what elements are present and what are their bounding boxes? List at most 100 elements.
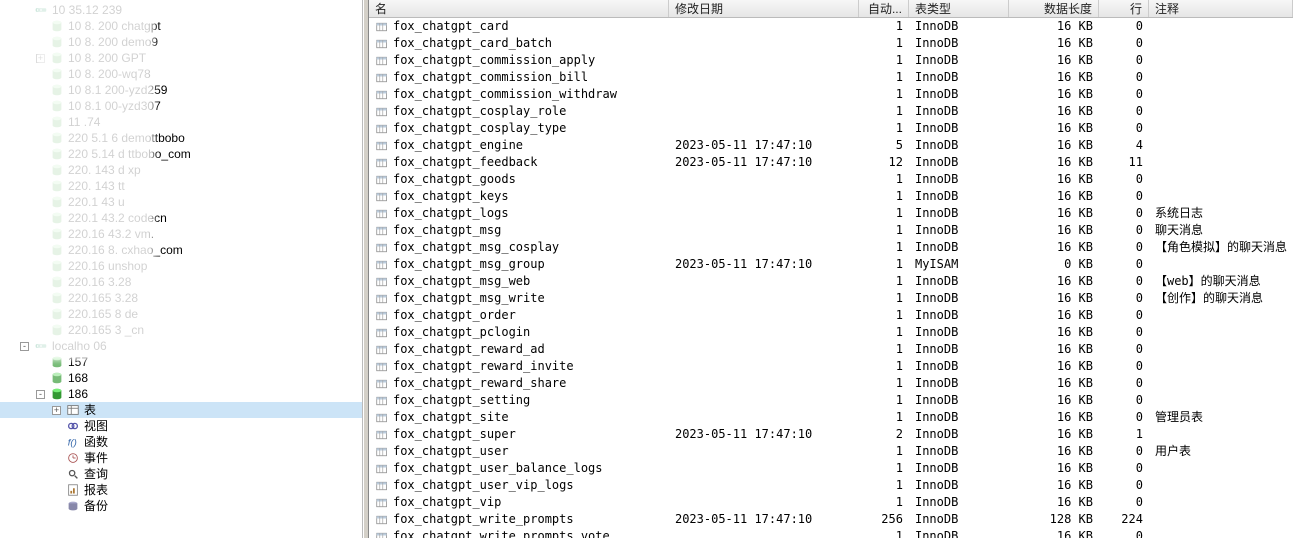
table-row[interactable]: fox_chatgpt_vip1InnoDB16 KB0: [369, 494, 1293, 511]
column-header-name[interactable]: 名: [369, 0, 669, 17]
table-icon: [375, 191, 389, 203]
table-name-text: fox_chatgpt_engine: [393, 137, 523, 154]
table-row[interactable]: fox_chatgpt_msg_web1InnoDB16 KB0【web】的聊天…: [369, 273, 1293, 290]
table-row[interactable]: fox_chatgpt_msg_cosplay1InnoDB16 KB0【角色模…: [369, 239, 1293, 256]
cell-comment: [1149, 477, 1293, 494]
table-row[interactable]: fox_chatgpt_super2023-05-11 17:47:102Inn…: [369, 426, 1293, 443]
table-row[interactable]: fox_chatgpt_msg_group2023-05-11 17:47:10…: [369, 256, 1293, 273]
tree-item[interactable]: 157: [0, 354, 362, 370]
table-row[interactable]: fox_chatgpt_user_vip_logs1InnoDB16 KB0: [369, 477, 1293, 494]
tree-item[interactable]: 220.16 8. cxhao_com: [0, 242, 362, 258]
tree-item[interactable]: - localho 06: [0, 338, 362, 354]
tree-item[interactable]: 10 8. 200-wq78: [0, 66, 362, 82]
tree-item[interactable]: 10 8. 200 demo9: [0, 34, 362, 50]
table-row[interactable]: fox_chatgpt_setting1InnoDB16 KB0: [369, 392, 1293, 409]
tree-item[interactable]: 220.16 43.2 vm.: [0, 226, 362, 242]
cell-auto: 1: [859, 443, 909, 460]
tree-item[interactable]: 10 8.1 00-yzd307: [0, 98, 362, 114]
column-header-auto[interactable]: 自动...: [859, 0, 909, 17]
tree-item[interactable]: 10 8. 200 chatgpt: [0, 18, 362, 34]
cell-name: fox_chatgpt_site: [369, 409, 669, 426]
table-row[interactable]: fox_chatgpt_engine2023-05-11 17:47:105In…: [369, 137, 1293, 154]
table-row[interactable]: fox_chatgpt_goods1InnoDB16 KB0: [369, 171, 1293, 188]
cell-date: [669, 494, 859, 511]
tree-item[interactable]: 报表: [0, 482, 362, 498]
table-row[interactable]: fox_chatgpt_msg_write1InnoDB16 KB0【创作】的聊…: [369, 290, 1293, 307]
tree-item[interactable]: 函数: [0, 434, 362, 450]
table-row[interactable]: fox_chatgpt_reward_share1InnoDB16 KB0: [369, 375, 1293, 392]
tree-item-label: 表: [84, 402, 96, 418]
tree-item[interactable]: 备份: [0, 498, 362, 514]
table-name-text: fox_chatgpt_reward_invite: [393, 358, 574, 375]
tree-item[interactable]: +10 8. 200 GPT: [0, 50, 362, 66]
tree-item[interactable]: 220.16 3.28: [0, 274, 362, 290]
table-row[interactable]: fox_chatgpt_pclogin1InnoDB16 KB0: [369, 324, 1293, 341]
table-row[interactable]: fox_chatgpt_user1InnoDB16 KB0用户表: [369, 443, 1293, 460]
table-row[interactable]: fox_chatgpt_site1InnoDB16 KB0管理员表: [369, 409, 1293, 426]
table-row[interactable]: fox_chatgpt_write_prompts_vote1InnoDB16 …: [369, 528, 1293, 538]
table-row[interactable]: fox_chatgpt_feedback2023-05-11 17:47:101…: [369, 154, 1293, 171]
tree-item[interactable]: 220.1 43.2 codecn: [0, 210, 362, 226]
tree-item[interactable]: 220. 143 tt: [0, 178, 362, 194]
column-header-comment[interactable]: 注释: [1149, 0, 1293, 17]
db-icon: [49, 243, 65, 257]
toggle-spacer: [36, 22, 45, 31]
table-row[interactable]: fox_chatgpt_reward_ad1InnoDB16 KB0: [369, 341, 1293, 358]
table-row[interactable]: fox_chatgpt_card_batch1InnoDB16 KB0: [369, 35, 1293, 52]
cell-comment: 用户表: [1149, 443, 1293, 460]
table-row[interactable]: fox_chatgpt_write_prompts2023-05-11 17:4…: [369, 511, 1293, 528]
table-row[interactable]: fox_chatgpt_cosplay_role1InnoDB16 KB0: [369, 103, 1293, 120]
db-icon: [49, 35, 65, 49]
expand-toggle[interactable]: +: [52, 406, 61, 415]
tree-item[interactable]: 220.165 8 de: [0, 306, 362, 322]
column-header-length[interactable]: 数据长度: [1009, 0, 1099, 17]
table-row[interactable]: fox_chatgpt_user_balance_logs1InnoDB16 K…: [369, 460, 1293, 477]
cell-type: InnoDB: [909, 52, 1009, 69]
tree-item[interactable]: 查询: [0, 466, 362, 482]
collapse-toggle[interactable]: -: [20, 342, 29, 351]
cell-length: 16 KB: [1009, 239, 1099, 256]
column-header-type[interactable]: 表类型: [909, 0, 1009, 17]
cell-auto: 1: [859, 392, 909, 409]
cell-length: 16 KB: [1009, 222, 1099, 239]
table-row[interactable]: fox_chatgpt_card1InnoDB16 KB0: [369, 18, 1293, 35]
table-row[interactable]: fox_chatgpt_logs1InnoDB16 KB0系统日志: [369, 205, 1293, 222]
toggle-spacer: [52, 502, 61, 511]
tree-item[interactable]: 事件: [0, 450, 362, 466]
tree-item[interactable]: 220 5.1 6 demottbobo: [0, 130, 362, 146]
tree-item[interactable]: 220 5.14 d ttbobo_com: [0, 146, 362, 162]
table-row[interactable]: fox_chatgpt_cosplay_type1InnoDB16 KB0: [369, 120, 1293, 137]
tree-item-label: localho 06: [52, 338, 107, 354]
column-header-rows[interactable]: 行: [1099, 0, 1149, 17]
table-row[interactable]: fox_chatgpt_keys1InnoDB16 KB0: [369, 188, 1293, 205]
tree-item[interactable]: 10 35.12 239: [0, 2, 362, 18]
table-row[interactable]: fox_chatgpt_order1InnoDB16 KB0: [369, 307, 1293, 324]
table-row[interactable]: fox_chatgpt_commission_bill1InnoDB16 KB0: [369, 69, 1293, 86]
tree-item[interactable]: 视图: [0, 418, 362, 434]
cell-auto: 256: [859, 511, 909, 528]
table-row[interactable]: fox_chatgpt_commission_withdraw1InnoDB16…: [369, 86, 1293, 103]
table-icon: [375, 395, 389, 407]
column-header-date[interactable]: 修改日期: [669, 0, 859, 17]
tree-item[interactable]: +表: [0, 402, 362, 418]
tree-item[interactable]: 220.1 43 u: [0, 194, 362, 210]
collapse-toggle[interactable]: -: [36, 390, 45, 399]
cell-date: [669, 477, 859, 494]
tree-item[interactable]: -186: [0, 386, 362, 402]
connection-tree-panel[interactable]: 10 35.12 23910 8. 200 chatgpt10 8. 200 d…: [0, 0, 363, 538]
tree-item[interactable]: 220. 143 d xp: [0, 162, 362, 178]
table-row[interactable]: fox_chatgpt_commission_apply1InnoDB16 KB…: [369, 52, 1293, 69]
table-row[interactable]: fox_chatgpt_msg1InnoDB16 KB0聊天消息: [369, 222, 1293, 239]
tree-item[interactable]: 168: [0, 370, 362, 386]
table-row[interactable]: fox_chatgpt_reward_invite1InnoDB16 KB0: [369, 358, 1293, 375]
cell-length: 16 KB: [1009, 341, 1099, 358]
tree-item[interactable]: 220.165 3.28: [0, 290, 362, 306]
table-body[interactable]: fox_chatgpt_card1InnoDB16 KB0fox_chatgpt…: [369, 18, 1293, 538]
cell-rows: 224: [1099, 511, 1149, 528]
toggle-spacer: [36, 150, 45, 159]
tree-item[interactable]: 220.165 3 _cn: [0, 322, 362, 338]
tree-item[interactable]: 11 .74: [0, 114, 362, 130]
expand-toggle[interactable]: +: [36, 54, 45, 63]
tree-item[interactable]: 10 8.1 200-yzd259: [0, 82, 362, 98]
tree-item[interactable]: 220.16 unshop: [0, 258, 362, 274]
